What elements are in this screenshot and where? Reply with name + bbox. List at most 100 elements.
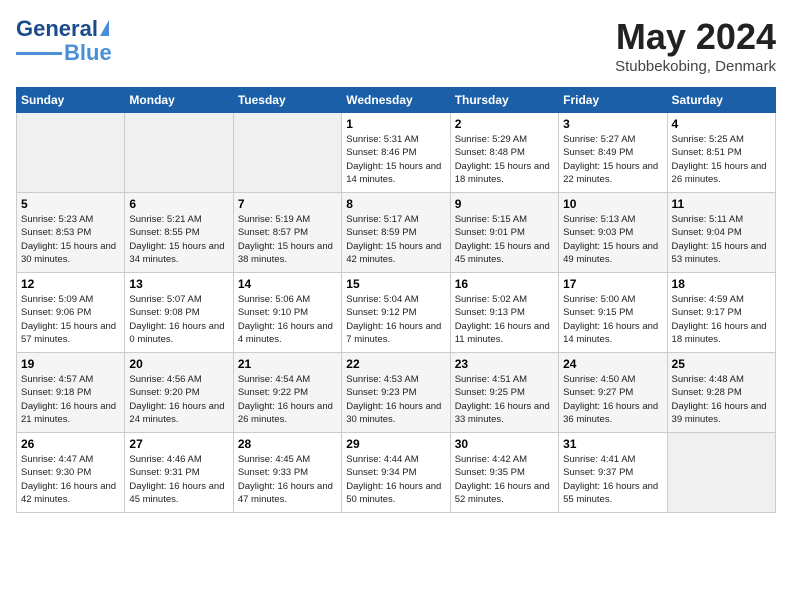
day-info: Sunrise: 4:59 AMSunset: 9:17 PMDaylight:…	[672, 293, 771, 346]
calendar-week-row: 1Sunrise: 5:31 AMSunset: 8:46 PMDaylight…	[17, 113, 776, 193]
day-number: 3	[563, 117, 662, 131]
day-info: Sunrise: 5:19 AMSunset: 8:57 PMDaylight:…	[238, 213, 337, 266]
day-number: 21	[238, 357, 337, 371]
day-number: 5	[21, 197, 120, 211]
day-number: 22	[346, 357, 445, 371]
calendar-cell: 31 Sunrise: 4:41 AMSunset: 9:37 PMDayligh…	[559, 433, 667, 513]
calendar-cell	[667, 433, 775, 513]
logo-general: General	[16, 16, 98, 42]
weekday-header: Friday	[559, 88, 667, 113]
day-info: Sunrise: 4:50 AMSunset: 9:27 PMDaylight:…	[563, 373, 662, 426]
day-info: Sunrise: 5:17 AMSunset: 8:59 PMDaylight:…	[346, 213, 445, 266]
calendar-cell: 13Sunrise: 5:07 AMSunset: 9:08 PMDayligh…	[125, 273, 233, 353]
calendar-cell	[233, 113, 341, 193]
day-number: 8	[346, 197, 445, 211]
calendar-week-row: 12 Sunrise: 5:09 AMSunset: 9:06 PMDayligh…	[17, 273, 776, 353]
calendar-cell: 27 Sunrise: 4:46 AMSunset: 9:31 PMDayligh…	[125, 433, 233, 513]
calendar-cell: 16 Sunrise: 5:02 AMSunset: 9:13 PMDayligh…	[450, 273, 558, 353]
calendar-table: SundayMondayTuesdayWednesdayThursdayFrid…	[16, 87, 776, 513]
day-number: 16	[455, 277, 554, 291]
day-number: 12	[21, 277, 120, 291]
weekday-header: Thursday	[450, 88, 558, 113]
day-number: 20	[129, 357, 228, 371]
calendar-cell: 7Sunrise: 5:19 AMSunset: 8:57 PMDaylight…	[233, 193, 341, 273]
day-info: Sunrise: 4:44 AMSunset: 9:34 PMDaylight:…	[346, 453, 445, 506]
day-number: 27	[129, 437, 228, 451]
day-info: Sunrise: 4:46 AMSunset: 9:31 PMDaylight:…	[129, 453, 228, 506]
day-info: Sunrise: 5:07 AMSunset: 9:08 PMDaylight:…	[129, 293, 228, 346]
logo-blue: Blue	[64, 40, 112, 66]
day-info: Sunrise: 5:06 AMSunset: 9:10 PMDaylight:…	[238, 293, 337, 346]
calendar-cell: 4 Sunrise: 5:25 AMSunset: 8:51 PMDaylight…	[667, 113, 775, 193]
day-number: 9	[455, 197, 554, 211]
day-info: Sunrise: 4:45 AMSunset: 9:33 PMDaylight:…	[238, 453, 337, 506]
day-number: 1	[346, 117, 445, 131]
day-number: 2	[455, 117, 554, 131]
day-number: 28	[238, 437, 337, 451]
day-number: 26	[21, 437, 120, 451]
day-info: Sunrise: 5:00 AMSunset: 9:15 PMDaylight:…	[563, 293, 662, 346]
calendar-cell: 15 Sunrise: 5:04 AMSunset: 9:12 PMDayligh…	[342, 273, 450, 353]
weekday-header: Tuesday	[233, 88, 341, 113]
calendar-cell: 9 Sunrise: 5:15 AMSunset: 9:01 PMDaylight…	[450, 193, 558, 273]
calendar-cell: 3 Sunrise: 5:27 AMSunset: 8:49 PMDaylight…	[559, 113, 667, 193]
weekday-header: Wednesday	[342, 88, 450, 113]
calendar-cell: 23Sunrise: 4:51 AMSunset: 9:25 PMDayligh…	[450, 353, 558, 433]
day-info: Sunrise: 5:13 AMSunset: 9:03 PMDaylight:…	[563, 213, 662, 266]
calendar-cell: 20 Sunrise: 4:56 AMSunset: 9:20 PMDayligh…	[125, 353, 233, 433]
calendar-cell: 25Sunrise: 4:48 AMSunset: 9:28 PMDayligh…	[667, 353, 775, 433]
day-number: 4	[672, 117, 771, 131]
day-info: Sunrise: 5:25 AMSunset: 8:51 PMDaylight:…	[672, 133, 771, 186]
day-number: 17	[563, 277, 662, 291]
day-info: Sunrise: 4:54 AMSunset: 9:22 PMDaylight:…	[238, 373, 337, 426]
title-block: May 2024 Stubbekobing, Denmark	[615, 16, 776, 75]
day-info: Sunrise: 4:42 AMSunset: 9:35 PMDaylight:…	[455, 453, 554, 506]
day-number: 18	[672, 277, 771, 291]
calendar-cell: 10Sunrise: 5:13 AMSunset: 9:03 PMDayligh…	[559, 193, 667, 273]
calendar-cell: 28 Sunrise: 4:45 AMSunset: 9:33 PMDayligh…	[233, 433, 341, 513]
day-info: Sunrise: 4:56 AMSunset: 9:20 PMDaylight:…	[129, 373, 228, 426]
calendar-cell: 18 Sunrise: 4:59 AMSunset: 9:17 PMDayligh…	[667, 273, 775, 353]
calendar-cell: 29 Sunrise: 4:44 AMSunset: 9:34 PMDayligh…	[342, 433, 450, 513]
day-info: Sunrise: 5:29 AMSunset: 8:48 PMDaylight:…	[455, 133, 554, 186]
day-number: 15	[346, 277, 445, 291]
day-info: Sunrise: 5:04 AMSunset: 9:12 PMDaylight:…	[346, 293, 445, 346]
calendar-header-row: SundayMondayTuesdayWednesdayThursdayFrid…	[17, 88, 776, 113]
day-number: 29	[346, 437, 445, 451]
calendar-cell: 1Sunrise: 5:31 AMSunset: 8:46 PMDaylight…	[342, 113, 450, 193]
page-header: General Blue May 2024 Stubbekobing, Denm…	[16, 16, 776, 75]
day-info: Sunrise: 5:02 AMSunset: 9:13 PMDaylight:…	[455, 293, 554, 346]
location: Stubbekobing, Denmark	[615, 58, 776, 75]
day-info: Sunrise: 5:23 AMSunset: 8:53 PMDaylight:…	[21, 213, 120, 266]
day-number: 6	[129, 197, 228, 211]
day-info: Sunrise: 5:27 AMSunset: 8:49 PMDaylight:…	[563, 133, 662, 186]
day-info: Sunrise: 5:15 AMSunset: 9:01 PMDaylight:…	[455, 213, 554, 266]
calendar-cell: 5 Sunrise: 5:23 AMSunset: 8:53 PMDaylight…	[17, 193, 125, 273]
calendar-cell: 11Sunrise: 5:11 AMSunset: 9:04 PMDayligh…	[667, 193, 775, 273]
day-info: Sunrise: 4:51 AMSunset: 9:25 PMDaylight:…	[455, 373, 554, 426]
month-title: May 2024	[615, 16, 776, 58]
calendar-cell	[17, 113, 125, 193]
calendar-week-row: 5 Sunrise: 5:23 AMSunset: 8:53 PMDaylight…	[17, 193, 776, 273]
calendar-cell: 24Sunrise: 4:50 AMSunset: 9:27 PMDayligh…	[559, 353, 667, 433]
day-number: 19	[21, 357, 120, 371]
calendar-cell: 12 Sunrise: 5:09 AMSunset: 9:06 PMDayligh…	[17, 273, 125, 353]
logo-triangle-icon	[100, 20, 109, 36]
calendar-cell: 17 Sunrise: 5:00 AMSunset: 9:15 PMDayligh…	[559, 273, 667, 353]
day-number: 25	[672, 357, 771, 371]
day-info: Sunrise: 5:11 AMSunset: 9:04 PMDaylight:…	[672, 213, 771, 266]
calendar-cell: 30 Sunrise: 4:42 AMSunset: 9:35 PMDayligh…	[450, 433, 558, 513]
day-info: Sunrise: 4:41 AMSunset: 9:37 PMDaylight:…	[563, 453, 662, 506]
day-number: 30	[455, 437, 554, 451]
calendar-week-row: 26Sunrise: 4:47 AMSunset: 9:30 PMDayligh…	[17, 433, 776, 513]
calendar-cell: 14 Sunrise: 5:06 AMSunset: 9:10 PMDayligh…	[233, 273, 341, 353]
day-info: Sunrise: 5:09 AMSunset: 9:06 PMDaylight:…	[21, 293, 120, 346]
calendar-cell: 26Sunrise: 4:47 AMSunset: 9:30 PMDayligh…	[17, 433, 125, 513]
calendar-cell: 2 Sunrise: 5:29 AMSunset: 8:48 PMDaylight…	[450, 113, 558, 193]
day-number: 14	[238, 277, 337, 291]
logo: General Blue	[16, 16, 112, 66]
day-number: 31	[563, 437, 662, 451]
calendar-cell: 21 Sunrise: 4:54 AMSunset: 9:22 PMDayligh…	[233, 353, 341, 433]
calendar-cell	[125, 113, 233, 193]
calendar-cell: 8 Sunrise: 5:17 AMSunset: 8:59 PMDaylight…	[342, 193, 450, 273]
